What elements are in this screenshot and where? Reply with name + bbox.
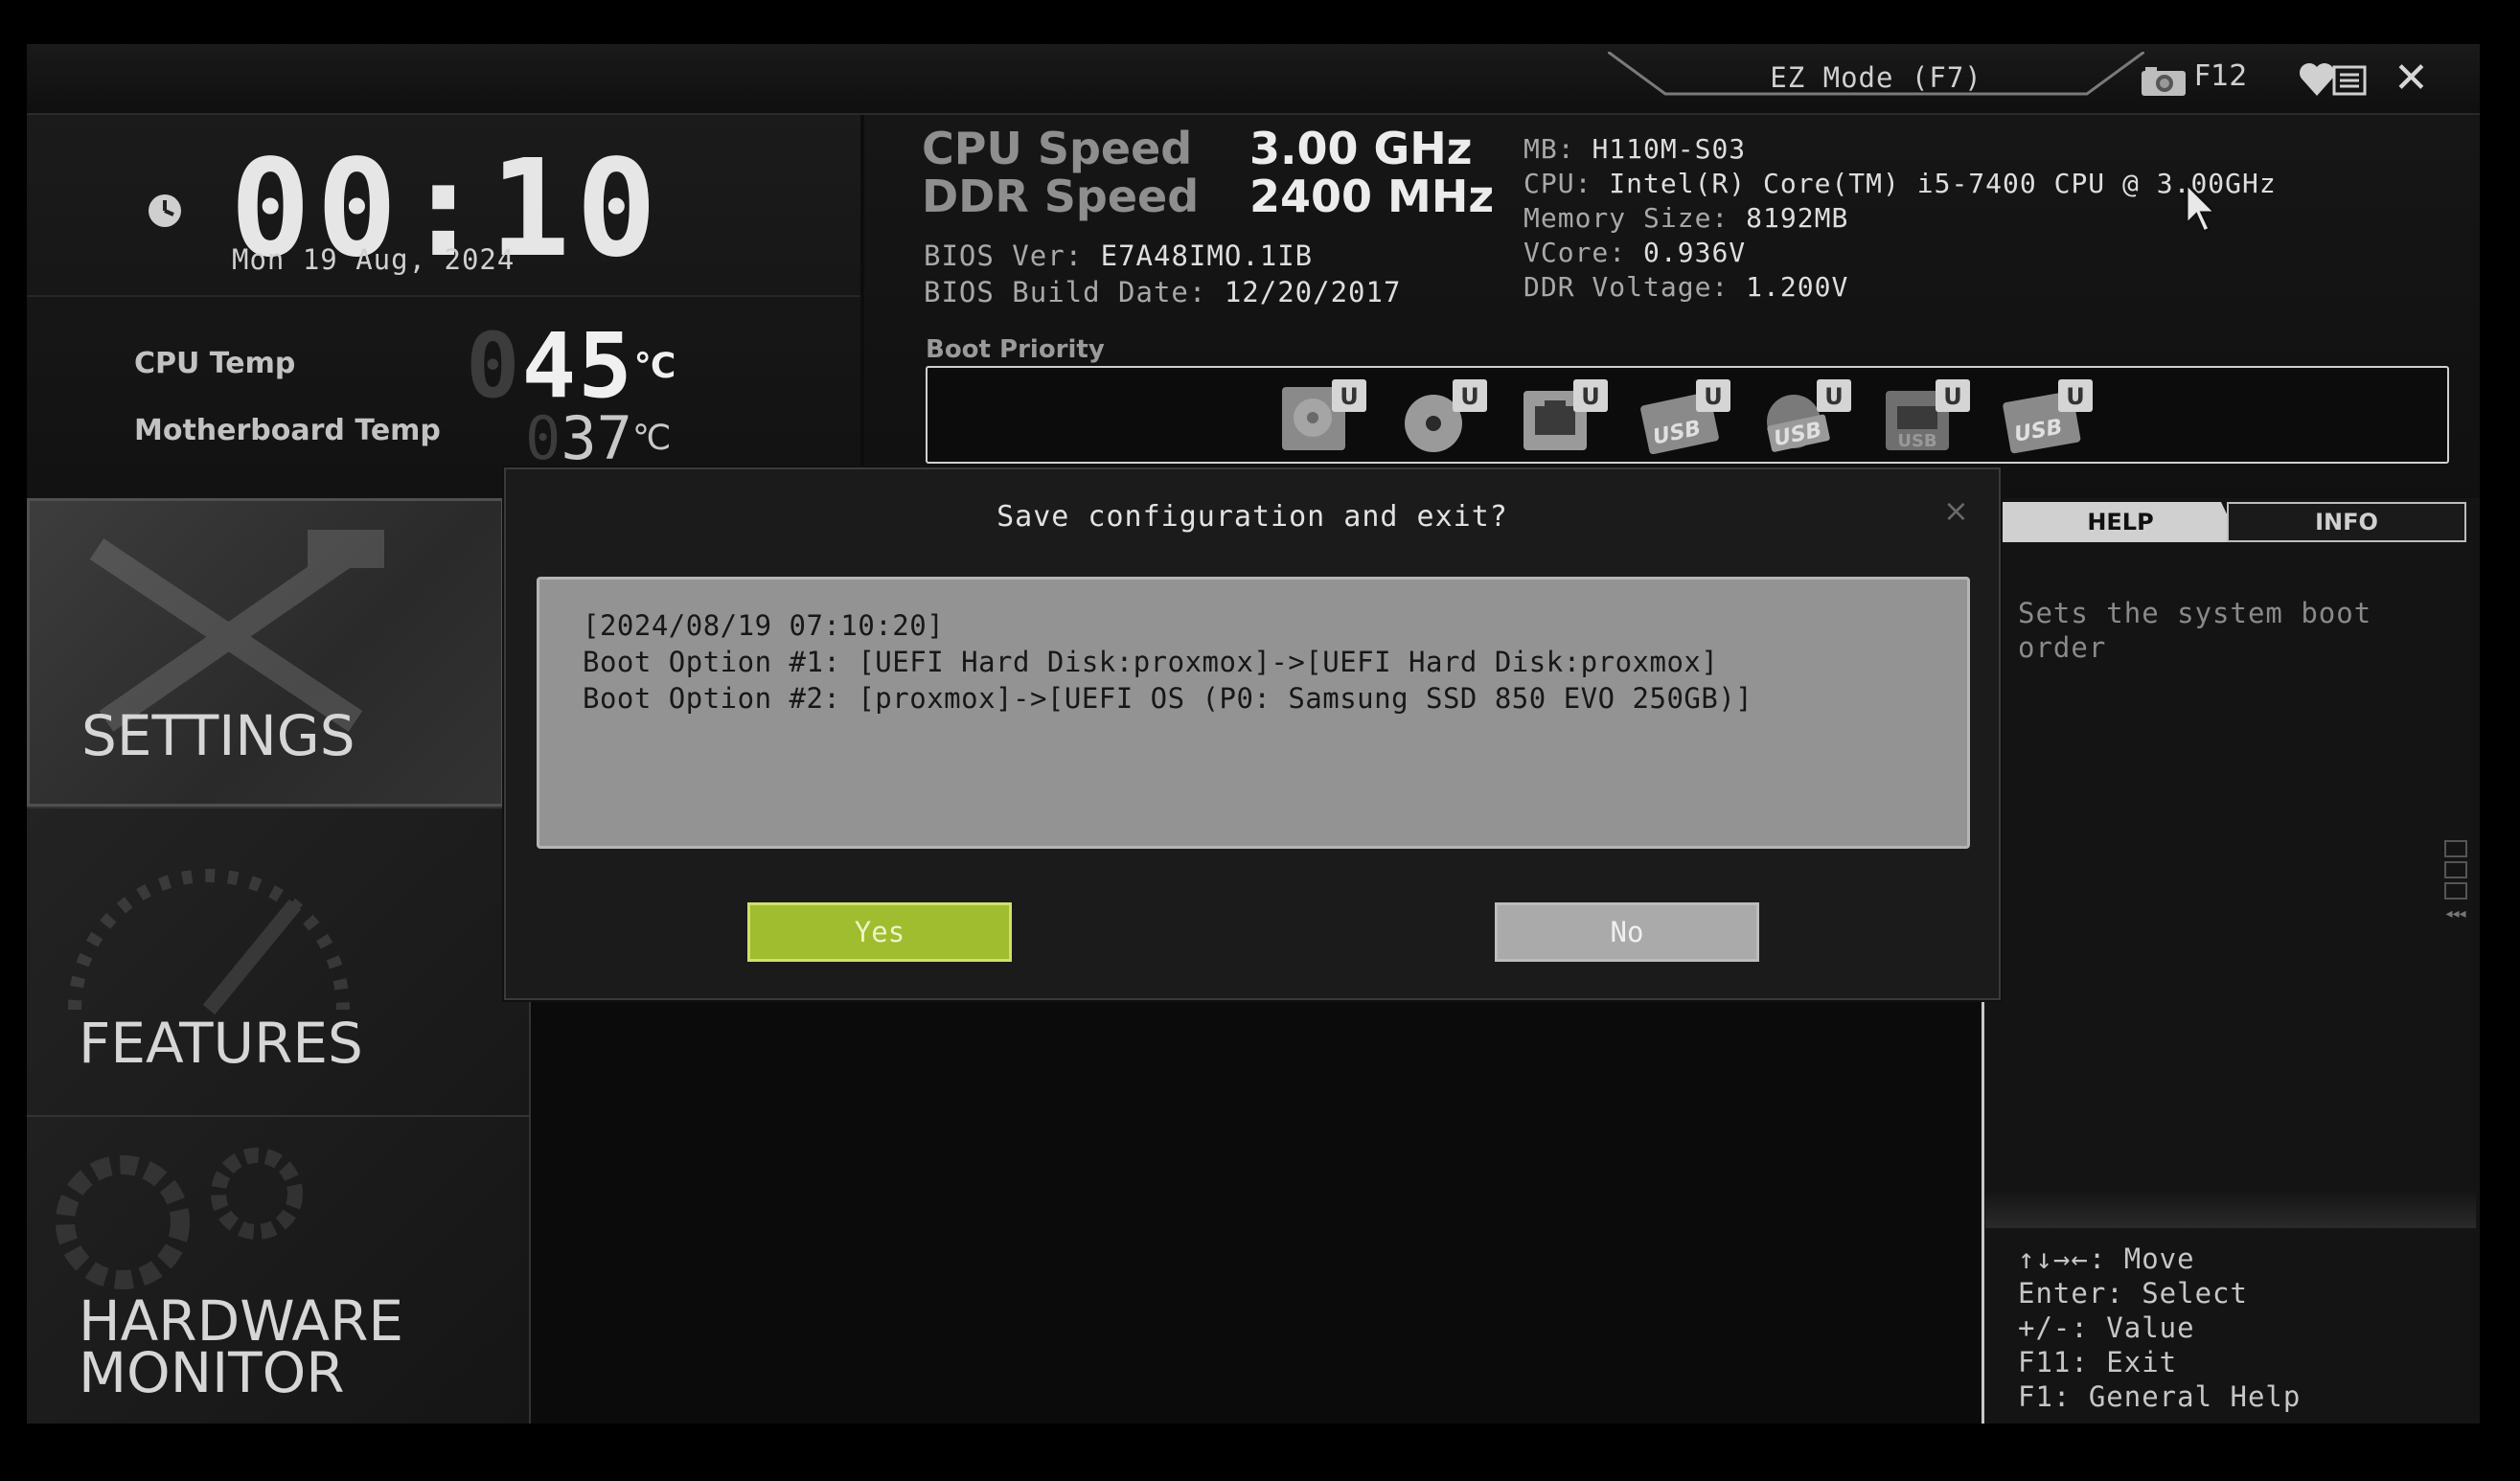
ddr-voltage: DDR Voltage: 1.200V [1523, 270, 1848, 305]
mouse-cursor-icon [2183, 180, 2221, 236]
usb-key-icon: USB U [1886, 379, 1970, 451]
gears-icon [56, 1148, 303, 1289]
optical-disc-icon: U [1405, 379, 1487, 452]
bios-date-label: BIOS Build Date: [924, 276, 1207, 308]
usb-floppy-icon: USB U [2003, 379, 2093, 454]
mb-value: H110M-S03 [1592, 133, 1747, 165]
ez-mode-label: EZ Mode (F7) [1770, 61, 1982, 94]
dialog-close-icon[interactable]: × [1943, 492, 1969, 529]
divider [27, 295, 860, 297]
key-value: +/-: Value [2018, 1311, 2195, 1344]
scroll-indicator-icon[interactable]: ◂◂◂ [2441, 839, 2470, 925]
vcore-value: 0.936V [1643, 237, 1747, 268]
gauge-icon [68, 869, 350, 1015]
ddr-speed-value: 2400 MHz [1249, 171, 1495, 222]
menu-hw-label-line2: MONITOR [79, 1340, 345, 1405]
boot-priority-bar: U U U USB U USB U USB U USB U [926, 366, 2449, 464]
vcore-label: VCore: [1523, 237, 1627, 268]
svg-text:U: U [2066, 383, 2085, 410]
svg-text:U: U [1340, 383, 1359, 410]
cpu-speed-label: CPU Speed [922, 123, 1193, 174]
bios-build-date: BIOS Build Date: 12/20/2017 [924, 276, 1401, 308]
dialog-message: [2024/08/19 07:10:20] Boot Option #1: [UE… [583, 607, 1753, 717]
ddrv-label: DDR Voltage: [1523, 271, 1730, 303]
boot-device-optical[interactable]: U [1399, 377, 1495, 454]
bios-screen: EZ Mode (F7) F12 ✕ 00:10 Mon 19 Aug, 202… [27, 44, 2480, 1424]
vcore: VCore: 0.936V [1523, 236, 1746, 270]
cpu-temp-label: CPU Temp [134, 347, 296, 380]
mem-value: 8192MB [1746, 202, 1849, 234]
mb-temp-digits: 37 [561, 403, 632, 473]
svg-text:U: U [1824, 383, 1844, 410]
usb-drive-icon: USB U [1640, 379, 1730, 455]
boot-device-usb-key[interactable]: USB U [1882, 377, 1978, 454]
cpu-label: CPU: [1523, 168, 1592, 199]
cpu-temp-value: 045℃ [466, 314, 678, 419]
key-general-help: F1: General Help [2018, 1380, 2302, 1413]
key-legend: ↑↓→←: Move Enter: Select +/-: Value F11:… [2018, 1242, 2301, 1414]
dialog-line-timestamp: [2024/08/19 07:10:20] [583, 609, 945, 642]
mb-label: MB: [1523, 133, 1575, 165]
tab-help[interactable]: HELP [2001, 502, 2240, 542]
menu-settings[interactable]: SETTINGS [27, 498, 504, 807]
mem-label: Memory Size: [1523, 202, 1730, 234]
yes-button[interactable]: Yes [747, 902, 1012, 962]
favorites-icon[interactable] [2298, 59, 2369, 100]
mb-temp-value: 037℃ [525, 403, 672, 473]
svg-text:U: U [1943, 383, 1962, 410]
key-select: Enter: Select [2018, 1277, 2248, 1310]
cpu-value: Intel(R) Core(TM) i5-7400 CPU @ 3.00GHz [1609, 168, 2277, 199]
svg-text:U: U [1581, 383, 1600, 410]
mb-temp-unit: ℃ [631, 419, 672, 458]
bios-date-value: 12/20/2017 [1224, 276, 1402, 308]
no-button[interactable]: No [1495, 902, 1759, 962]
usb-disc-icon: USB U [1767, 379, 1851, 452]
bios-ver-value: E7A48IMO.1IB [1100, 239, 1314, 272]
screenshot-key-label[interactable]: F12 [2194, 59, 2247, 93]
boot-device-hard-disk[interactable]: U [1278, 377, 1374, 454]
svg-text:U: U [1460, 383, 1479, 410]
clock-icon [146, 192, 184, 230]
cpu-speed-value: 3.00 GHz [1249, 123, 1473, 174]
tab-info[interactable]: INFO [2227, 502, 2466, 542]
help-description: Sets the system boot order [2018, 597, 2372, 664]
svg-text:◂◂◂: ◂◂◂ [2445, 906, 2465, 922]
boot-device-usb-disc[interactable]: USB U [1761, 377, 1857, 454]
dialog-title: Save configuration and exit? [997, 500, 1508, 534]
memory-size: Memory Size: 8192MB [1523, 201, 1848, 236]
boot-device-network[interactable]: U [1520, 377, 1615, 454]
menu-settings-label: SETTINGS [81, 703, 355, 768]
clock-date: Mon 19 Aug, 2024 [232, 243, 515, 276]
key-move: ↑↓→←: Move [2018, 1242, 2195, 1275]
network-icon: U [1523, 379, 1608, 450]
bios-ver-label: BIOS Ver: [924, 239, 1084, 272]
mb-temp-label: Motherboard Temp [134, 414, 441, 447]
camera-icon[interactable] [2140, 65, 2188, 98]
mb-model: MB: H110M-S03 [1523, 132, 1746, 167]
menu-features-label: FEATURES [79, 1011, 363, 1076]
hard-disk-icon: U [1282, 379, 1366, 450]
ddr-speed-label: DDR Speed [922, 171, 1200, 222]
boot-device-usb-drive[interactable]: USB U [1640, 377, 1736, 455]
svg-text:U: U [1704, 383, 1723, 410]
dialog-line-boot-option-1: Boot Option #1: [UEFI Hard Disk:proxmox]… [583, 646, 1719, 678]
dialog-line-boot-option-2: Boot Option #2: [proxmox]->[UEFI OS (P0:… [583, 682, 1753, 715]
menu-features[interactable]: FEATURES [27, 807, 531, 1115]
boot-device-usb-floppy[interactable]: USB U [2003, 377, 2098, 454]
key-exit: F11: Exit [2018, 1346, 2178, 1378]
help-divider [1985, 1190, 2476, 1228]
svg-text:USB: USB [1897, 431, 1936, 451]
bios-version: BIOS Ver: E7A48IMO.1IB [924, 239, 1313, 272]
cpu-temp-unit: ℃ [633, 347, 678, 386]
close-icon[interactable]: ✕ [2394, 56, 2429, 102]
ez-mode-button[interactable]: EZ Mode (F7) [1608, 52, 2144, 102]
boot-priority-title: Boot Priority [926, 335, 1105, 364]
menu-hardware-monitor[interactable]: HARDWARE MONITOR [27, 1115, 531, 1424]
cpu-model: CPU: Intel(R) Core(TM) i5-7400 CPU @ 3.0… [1523, 167, 2277, 201]
ddrv-value: 1.200V [1746, 271, 1849, 303]
